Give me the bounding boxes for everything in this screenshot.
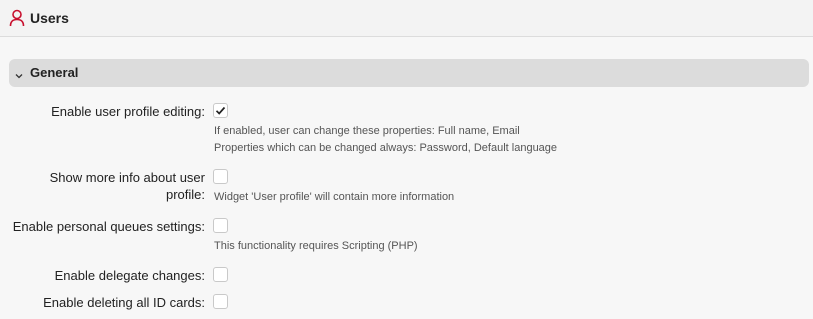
section-title: General bbox=[30, 65, 79, 80]
setting-label-profile-editing: Enable user profile editing: bbox=[51, 104, 205, 119]
delete-id-cards-checkbox[interactable] bbox=[213, 294, 228, 309]
setting-hint: If enabled, user can change these proper… bbox=[214, 125, 520, 137]
profile-editing-checkbox[interactable] bbox=[213, 103, 228, 118]
setting-label-more-info-line2: profile: bbox=[165, 187, 205, 202]
more-info-checkbox[interactable] bbox=[213, 169, 228, 184]
page-header: Users bbox=[0, 0, 813, 37]
section-general-header[interactable]: General bbox=[9, 59, 809, 87]
personal-queues-checkbox[interactable] bbox=[213, 218, 228, 233]
setting-label-more-info-line1: Show more info about user bbox=[49, 170, 205, 185]
setting-label-personal-queues: Enable personal queues settings: bbox=[12, 219, 205, 234]
chevron-down-icon[interactable] bbox=[14, 68, 24, 79]
page-title: Users bbox=[30, 10, 69, 26]
setting-hint: Properties which can be changed always: … bbox=[214, 142, 558, 154]
setting-hint: This functionality requires Scripting (P… bbox=[214, 240, 418, 252]
user-icon bbox=[9, 9, 25, 27]
delegate-changes-checkbox[interactable] bbox=[213, 267, 228, 282]
setting-label-delegate-changes: Enable delegate changes: bbox=[54, 268, 205, 283]
setting-label-delete-id-cards: Enable deleting all ID cards: bbox=[43, 295, 205, 310]
setting-hint: Widget 'User profile' will contain more … bbox=[214, 191, 455, 203]
